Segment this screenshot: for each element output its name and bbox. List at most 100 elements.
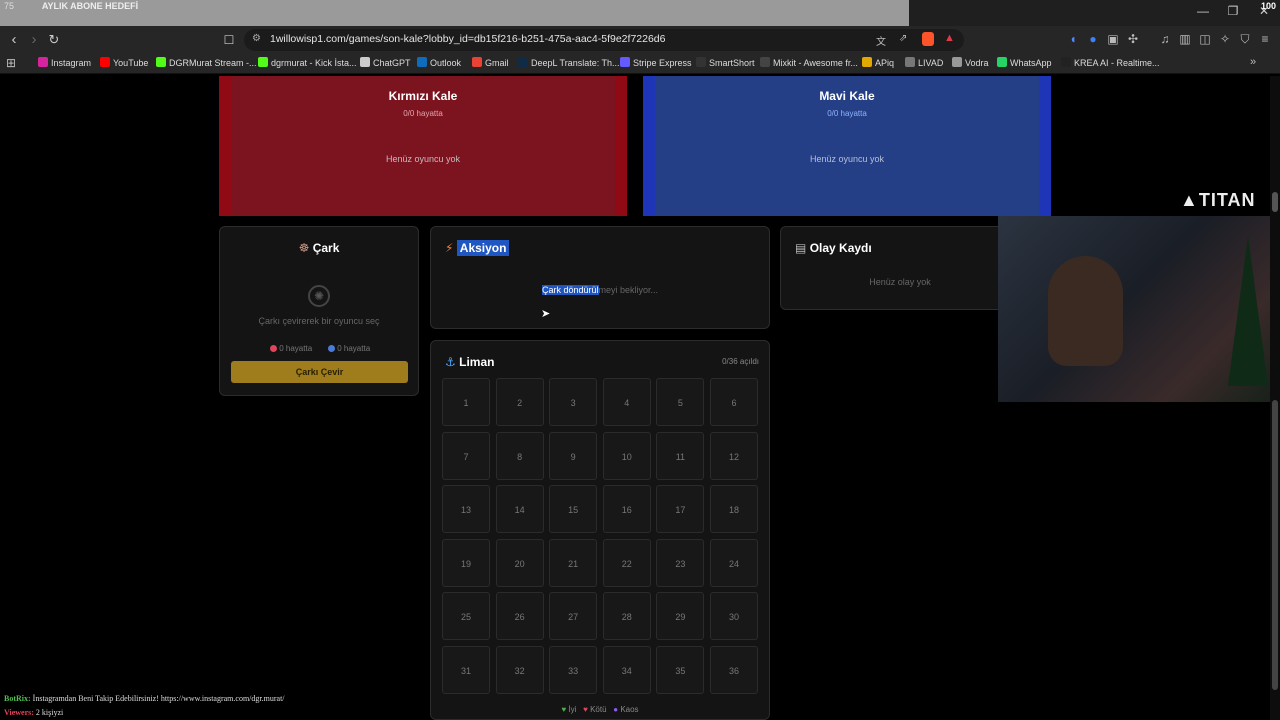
bookmark-label: Stripe Express [633,58,692,68]
leo-icon[interactable]: ✧ [1216,32,1234,46]
harbor-cell[interactable]: 8 [495,431,544,480]
translate-icon[interactable]: 文 [876,33,886,48]
bookmark-item[interactable]: LIVAD [905,57,943,68]
harbor-cell[interactable]: 13 [442,485,490,534]
harbor-cell[interactable]: 6 [710,378,758,426]
bookmark-item[interactable]: WhatsApp [997,57,1052,68]
harbor-cell[interactable]: 30 [710,592,758,641]
harbor-cell[interactable]: 17 [656,485,705,534]
harbor-cell[interactable]: 24 [710,538,758,587]
bookmark-item[interactable]: Instagram [38,57,91,68]
harbor-cell[interactable]: 9 [549,431,598,480]
harbor-cell[interactable]: 1 [442,378,490,426]
more-bookmarks-icon[interactable]: » [1250,56,1256,68]
shield-icon[interactable]: ⛉ [1236,32,1254,47]
bookmark-item[interactable]: Gmail [472,57,509,68]
harbor-cell[interactable]: 29 [656,592,705,641]
bookmark-item[interactable]: Vodra [952,57,989,68]
close-icon[interactable]: ✕ [1249,4,1279,18]
bookmark-item[interactable]: Mixkit - Awesome fr... [760,57,858,68]
back-icon[interactable]: ‹ [4,31,24,48]
site-info-icon[interactable]: ⚙ [252,33,261,44]
blue-alive-count: 0/0 hayatta [827,109,867,118]
restore-icon[interactable]: ❐ [1218,4,1248,18]
harbor-panel: ⚓ Liman 0/36 açıldı 1 2 3 4 5 6 7 8 9 10 11 12 13 14 1… [430,340,770,720]
address-bar[interactable]: ⚙ 1willowisp1.com/games/son-kale?lobby_i… [244,29,964,51]
bookmark-item[interactable]: KREA AI - Realtime... [1061,57,1160,68]
share-icon[interactable]: ⇗ [899,33,907,44]
menu-icon[interactable]: ≡ [1256,32,1274,46]
brave-shield-icon[interactable] [922,32,934,46]
harbor-cell[interactable]: 5 [656,378,705,426]
brand-logo-icon: ▲ [1180,190,1199,210]
harbor-cell[interactable]: 35 [656,646,705,694]
harbor-cell[interactable]: 10 [602,431,651,480]
bookmark-item[interactable]: Outlook [417,57,461,68]
stripe-icon [620,57,630,67]
minimize-icon[interactable]: — [1188,4,1218,18]
blue-empty-text: Henüz oyuncu yok [809,154,885,164]
harbor-cell[interactable]: 20 [495,538,544,587]
harbor-cell[interactable]: 12 [710,431,758,480]
harbor-cell[interactable]: 14 [495,485,544,534]
bookmark-icon[interactable]: ☐ [219,33,239,47]
harbor-cell[interactable]: 22 [602,538,651,587]
chat-user: BotRix: [4,694,31,703]
wallet2-icon[interactable]: ◫ [1196,32,1214,46]
scrollbar-thumb[interactable] [1272,400,1278,690]
harbor-cell[interactable]: 36 [710,646,758,694]
harbor-cell[interactable]: 31 [442,646,490,694]
bookmark-item[interactable]: SmartShort [696,57,755,68]
bookmark-item[interactable]: Stripe Express [620,57,692,68]
vpn-icon[interactable]: ● [1084,32,1102,46]
action-panel: ⚡ Aksiyon Çark döndürülmeyi bekliyor... … [430,226,770,329]
bookmark-item[interactable]: DGRMurat Stream -... [156,57,257,68]
harbor-cell[interactable]: 23 [656,538,705,587]
harbor-cell[interactable]: 11 [656,431,705,480]
whatsapp-icon [997,57,1007,67]
harbor-cell[interactable]: 33 [549,646,598,694]
wallet-icon[interactable]: ▣ [1104,32,1122,46]
bookmark-item[interactable]: dgrmurat - Kick İsta... [258,57,357,68]
bookmark-label: YouTube [113,58,149,68]
harbor-cell[interactable]: 7 [442,431,490,480]
bookmark-item[interactable]: APiq [862,57,894,68]
bookmark-item[interactable]: ChatGPT [360,57,411,68]
reload-icon[interactable]: ↻ [44,32,64,48]
harbor-cell[interactable]: 27 [549,592,598,641]
bookmarks-bar: ⊞ Instagram YouTube DGRMurat Stream -...… [0,54,1280,74]
chat-user: Viewers: [4,708,34,717]
harbor-cell[interactable]: 34 [602,646,651,694]
harbor-cell[interactable]: 21 [549,538,598,587]
extensions-icon[interactable]: ✣ [1124,32,1142,46]
url-text[interactable]: 1willowisp1.com/games/son-kale?lobby_id=… [270,33,665,45]
brave-rewards-icon[interactable]: ▲ [944,32,955,44]
livad-icon [905,57,915,67]
clipboard-icon: ▤ [795,241,807,255]
harbor-cell[interactable]: 15 [549,485,598,534]
spin-wheel-button[interactable]: Çarkı Çevir [231,361,408,383]
harbor-cell[interactable]: 28 [602,592,651,641]
harbor-cell[interactable]: 3 [549,378,598,426]
bookmark-item[interactable]: DeepL Translate: Th... [518,57,620,68]
bookmark-item[interactable]: YouTube [100,57,148,68]
forward-icon[interactable]: › [24,31,44,48]
harbor-cell[interactable]: 16 [602,485,651,534]
sidebar-icon[interactable]: ▥ [1176,32,1194,46]
tree-graphic [1228,236,1268,386]
blue-castle-title: Mavi Kale [819,89,875,103]
harbor-cell[interactable]: 25 [442,592,490,641]
harbor-cell[interactable]: 32 [495,646,544,694]
apps-grid-icon[interactable]: ⊞ [6,56,16,70]
bookmark-label: SmartShort [709,58,755,68]
harbor-cell[interactable]: 2 [495,378,544,426]
media-icon[interactable]: ♫ [1156,32,1174,46]
harbor-cell[interactable]: 26 [495,592,544,641]
harbor-cell[interactable]: 19 [442,538,490,587]
wheel-blue-count: 0 hayatta [328,344,370,353]
harbor-cell[interactable]: 4 [602,378,651,426]
harbor-cell[interactable]: 18 [710,485,758,534]
gmail-icon [472,57,482,67]
scrollbar-thumb[interactable] [1272,192,1278,212]
audio-icon[interactable]: ◖ [1064,32,1082,46]
